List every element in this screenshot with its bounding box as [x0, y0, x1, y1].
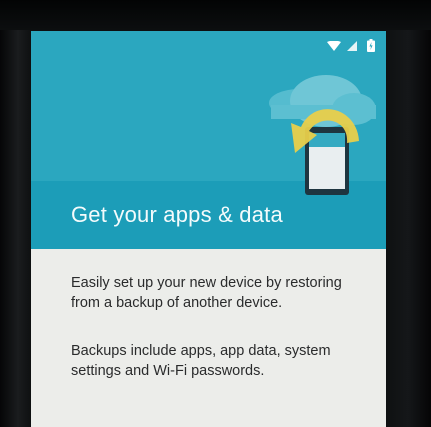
status-bar — [31, 31, 386, 55]
signal-icon — [347, 41, 357, 51]
description-paragraph: Easily set up your new device by restori… — [71, 275, 342, 311]
backup-info-paragraph: Backups include apps, app data, system s… — [71, 343, 331, 379]
device-bezel-left — [0, 0, 30, 427]
setup-description: Easily set up your new device by restori… — [71, 273, 371, 409]
restore-illustration — [269, 75, 376, 195]
device-screen: Get your apps & data Easily set up your … — [31, 31, 386, 427]
battery-icon — [367, 39, 375, 52]
device-bezel-top — [0, 0, 431, 30]
page-title: Get your apps & data — [71, 202, 283, 227]
device-bezel-right — [385, 0, 431, 427]
wifi-icon — [327, 41, 341, 51]
setup-header: Get your apps & data — [31, 31, 386, 249]
